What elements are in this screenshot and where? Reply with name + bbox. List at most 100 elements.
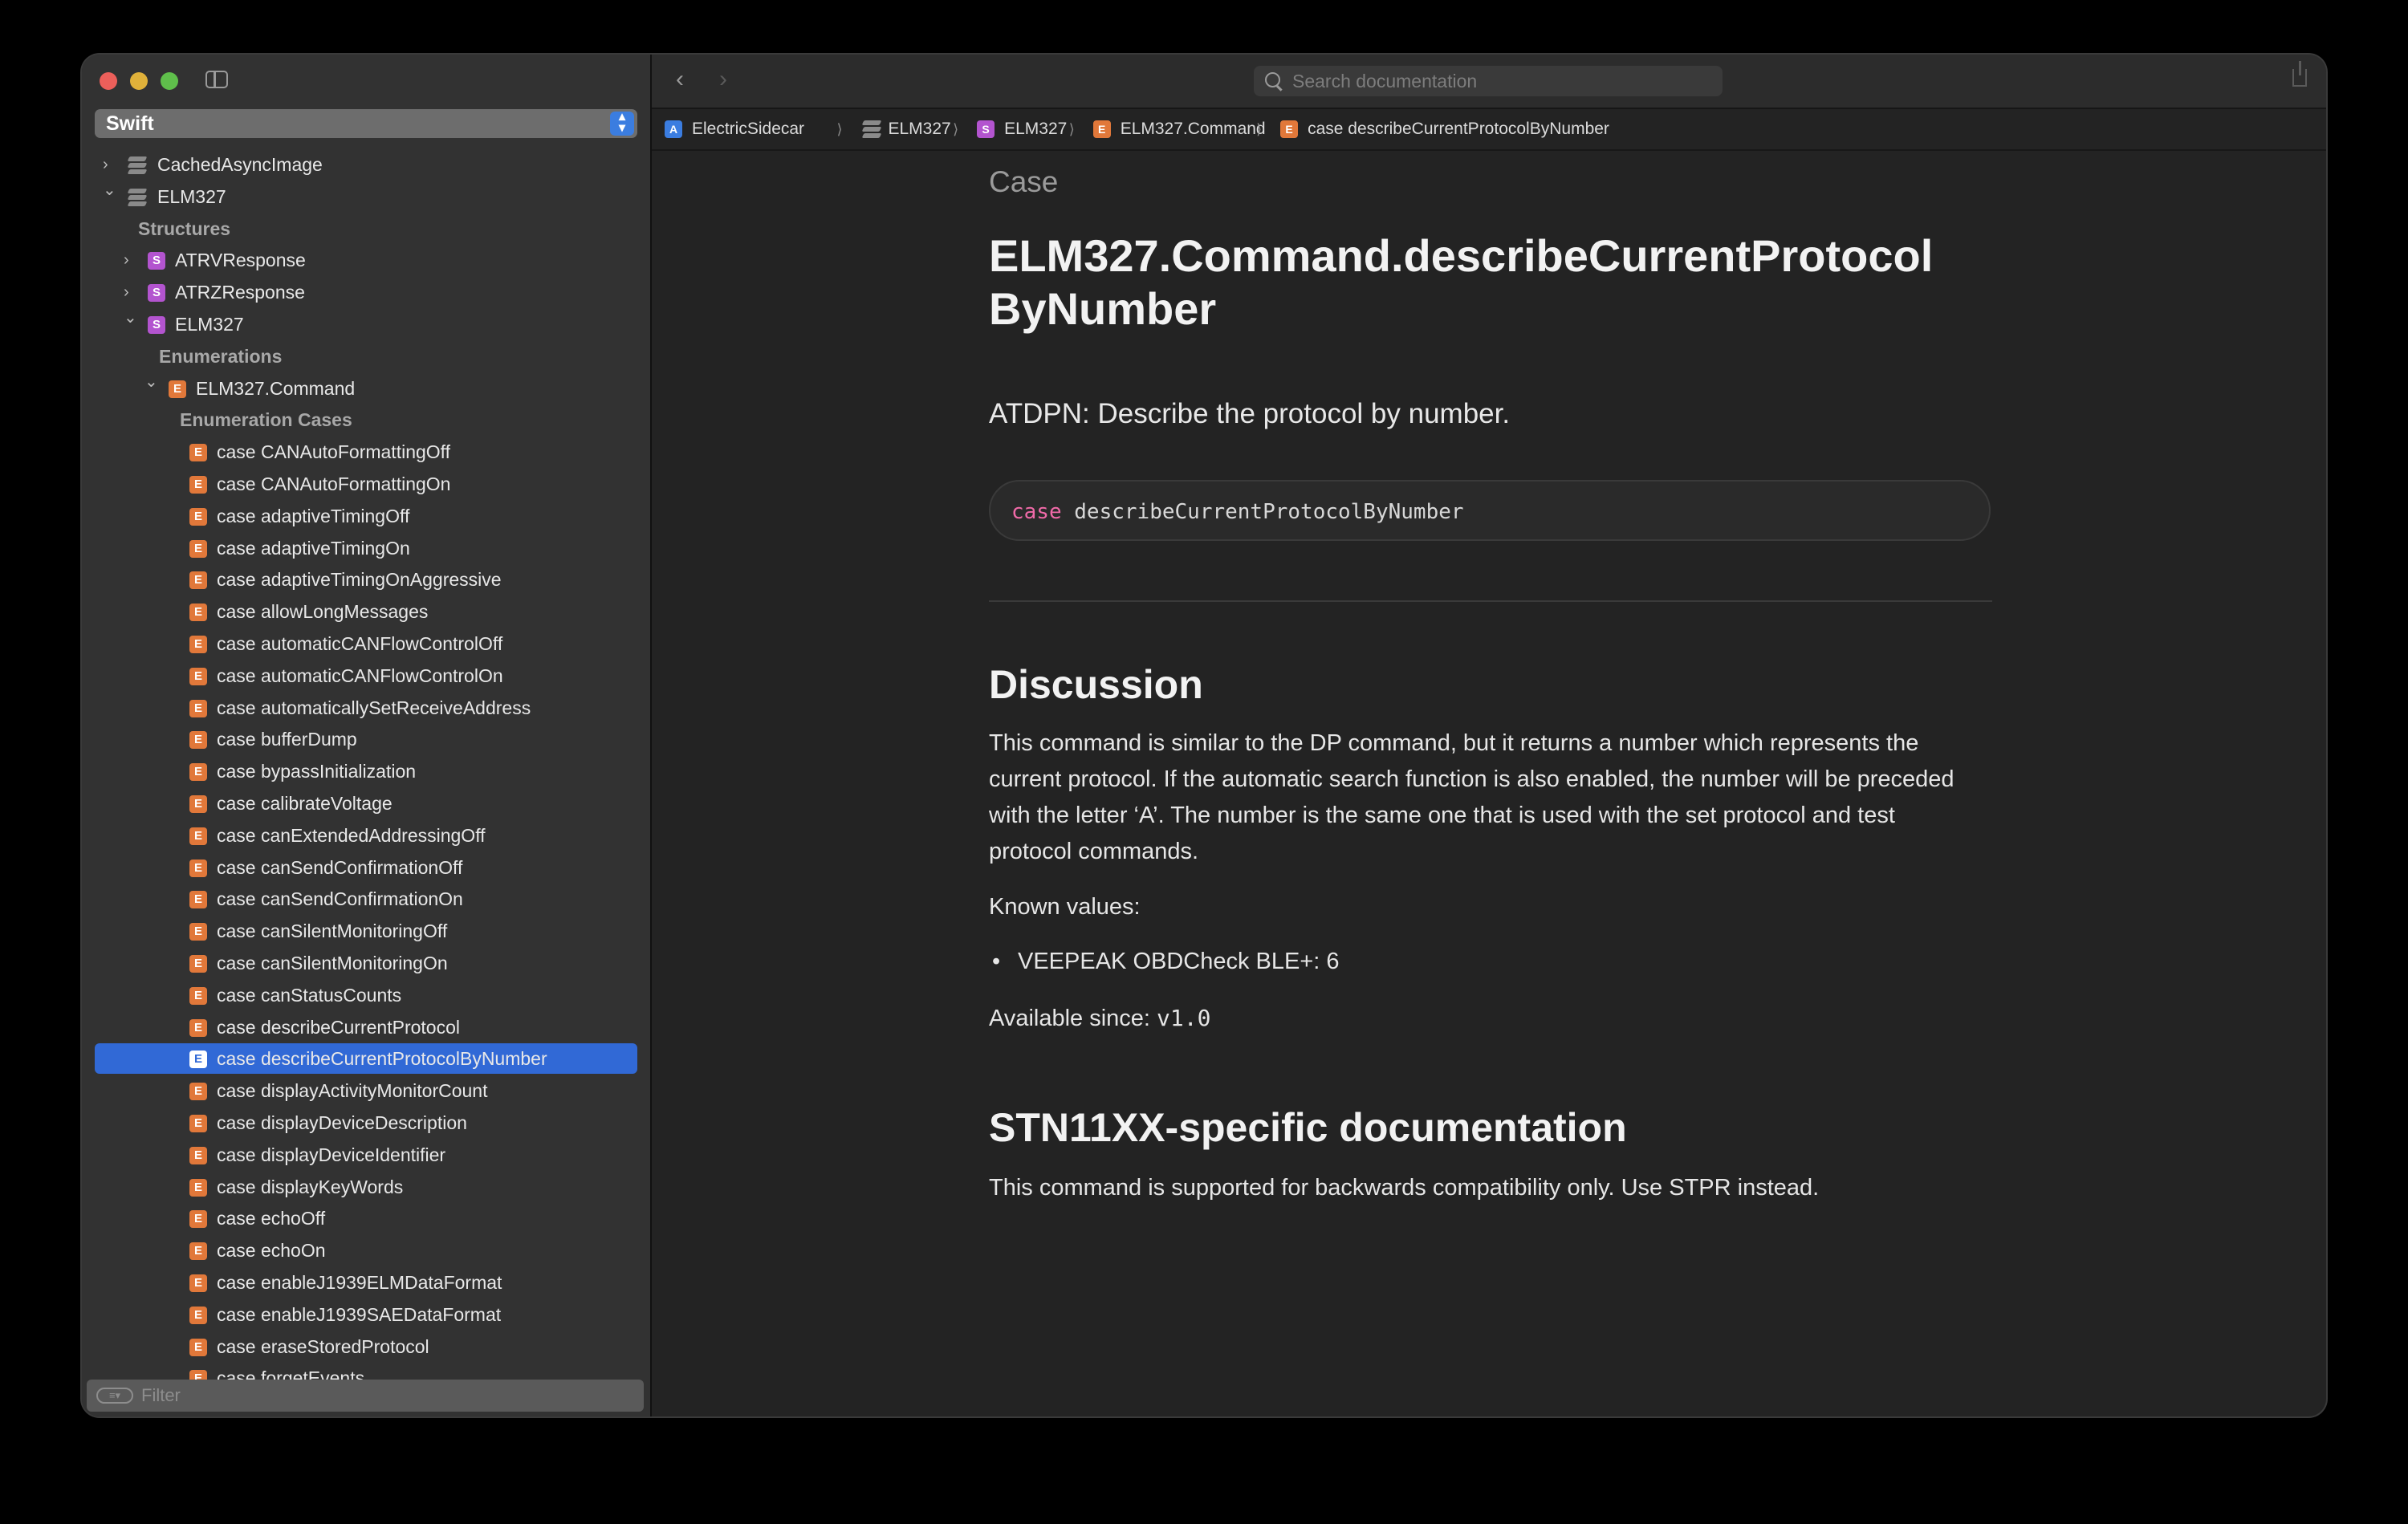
navigator-item[interactable]: Ecase calibrateVoltage bbox=[95, 788, 637, 819]
search-input[interactable]: Search documentation bbox=[1254, 66, 1723, 96]
navigator-item[interactable]: Ecase displayDeviceDescription bbox=[95, 1107, 637, 1138]
enumeration-icon: E bbox=[189, 1338, 207, 1356]
zoom-window-button[interactable] bbox=[161, 72, 178, 90]
breadcrumb-separator-icon: ⟩ bbox=[1256, 121, 1263, 137]
navigator-item[interactable]: Ecase canSilentMonitoringOff bbox=[95, 916, 637, 946]
navigator-item[interactable]: Ecase displayKeyWords bbox=[95, 1172, 637, 1202]
stn-text: This command is supported for backwards … bbox=[989, 1175, 1820, 1201]
navigator-item[interactable]: ⌄ E ELM327.Command bbox=[95, 373, 637, 404]
breadcrumb-item[interactable]: Ecase describeCurrentProtocolByNumber bbox=[1280, 109, 1609, 149]
navigator-item-label: Enumeration Cases bbox=[180, 409, 352, 431]
discussion-text: This command is similar to the DP comman… bbox=[989, 725, 2000, 870]
structure-icon: S bbox=[148, 316, 165, 334]
navigator-item[interactable]: Ecase describeCurrentProtocol bbox=[95, 1012, 637, 1042]
module-icon bbox=[127, 188, 148, 206]
navigator-item[interactable]: ⌄ S ELM327 bbox=[95, 309, 637, 339]
navigator-item[interactable]: Ecase adaptiveTimingOnAggressive bbox=[95, 564, 637, 595]
navigator-item-label: case canSilentMonitoringOff bbox=[217, 920, 448, 942]
filter-icon: ≡▾ bbox=[96, 1388, 133, 1404]
navigator-item-label: case echoOn bbox=[217, 1240, 326, 1262]
enumeration-icon: E bbox=[189, 795, 207, 813]
known-values-label: Known values: bbox=[989, 894, 1141, 920]
navigator-item[interactable]: Ecase canSendConfirmationOn bbox=[95, 884, 637, 914]
navigator-item[interactable]: › CachedAsyncImage bbox=[95, 149, 637, 180]
navigator-tree: › CachedAsyncImage ⌄ ELM327 Structures › S ATRV… bbox=[82, 149, 650, 1416]
navigator-item[interactable]: Ecase displayDeviceIdentifier bbox=[95, 1140, 637, 1170]
navigator-item-label: ATRZResponse bbox=[175, 282, 305, 303]
breadcrumb-item[interactable]: A ElectricSidecar bbox=[665, 109, 804, 149]
navigator-item-label: case canSilentMonitoringOn bbox=[217, 953, 448, 973]
navigator-item[interactable]: Ecase enableJ1939ELMDataFormat bbox=[95, 1267, 637, 1298]
navigator-item[interactable]: Ecase CANAutoFormattingOff bbox=[95, 437, 637, 467]
forward-arrow-icon[interactable]: › bbox=[719, 66, 727, 93]
navigator-item-label: case displayActivityMonitorCount bbox=[217, 1080, 488, 1102]
navigator-item[interactable]: Ecase bufferDump bbox=[95, 724, 637, 754]
navigator-item-label: CachedAsyncImage bbox=[157, 154, 323, 175]
navigator-item[interactable]: › S ATRZResponse bbox=[95, 277, 637, 307]
discussion-heading: Discussion bbox=[989, 662, 1203, 707]
search-icon bbox=[1265, 72, 1280, 87]
navigator-item[interactable]: Ecase adaptiveTimingOff bbox=[95, 501, 637, 531]
navigator-item[interactable]: Ecase bypassInitialization bbox=[95, 756, 637, 786]
share-icon[interactable] bbox=[2292, 61, 2307, 87]
navigator-item[interactable]: Ecase echoOn bbox=[95, 1235, 637, 1266]
breadcrumb-item[interactable]: ELM327 bbox=[861, 109, 951, 149]
stn-heading: STN11XX-specific documentation bbox=[989, 1105, 1627, 1150]
enumeration-icon: E bbox=[189, 955, 207, 973]
chevron-right-icon[interactable]: › bbox=[124, 245, 129, 275]
navigator-item[interactable]: Ecase automaticallySetReceiveAddress bbox=[95, 693, 637, 723]
navigator-item-label: ATRVResponse bbox=[175, 250, 306, 271]
navigator-item[interactable]: › S ATRVResponse bbox=[95, 245, 637, 275]
chevron-down-icon[interactable]: ⌄ bbox=[144, 367, 158, 397]
navigator-item[interactable]: Ecase describeCurrentProtocolByNumber bbox=[95, 1043, 637, 1075]
breadcrumb-item[interactable]: E ELM327.Command bbox=[1092, 109, 1266, 149]
declaration-keyword: case bbox=[1011, 500, 1062, 524]
close-window-button[interactable] bbox=[100, 72, 117, 90]
chevron-down-icon[interactable]: ⌄ bbox=[124, 303, 137, 333]
navigator-item-label: Enumerations bbox=[159, 345, 283, 367]
page-title: ELM327.Command.describeCurrentProtocol B… bbox=[989, 230, 1992, 335]
navigator-item-label: case calibrateVoltage bbox=[217, 793, 393, 814]
language-select[interactable]: Swift ▴ ▾ bbox=[95, 109, 637, 138]
navigator-item[interactable]: Ecase echoOff bbox=[95, 1203, 637, 1233]
navigator-item-label: case describeCurrentProtocolByNumber bbox=[217, 1048, 547, 1070]
chevron-down-icon[interactable]: ⌄ bbox=[103, 175, 116, 205]
navigator-item[interactable]: Ecase canExtendedAddressingOff bbox=[95, 820, 637, 851]
navigator-item[interactable]: ⌄ ELM327 bbox=[95, 181, 637, 212]
known-value-item: VEEPEAK OBDCheck BLE+: 6 bbox=[992, 949, 1340, 975]
breadcrumb-separator-icon: ⟩ bbox=[836, 121, 843, 137]
navigator-item[interactable]: Ecase automaticCANFlowControlOff bbox=[95, 628, 637, 659]
navigator-item-label: ELM327.Command bbox=[196, 377, 356, 399]
back-arrow-icon[interactable]: ‹ bbox=[676, 66, 684, 93]
navigator-item[interactable]: Ecase eraseStoredProtocol bbox=[95, 1331, 637, 1362]
navigator-item-label: case eraseStoredProtocol bbox=[217, 1335, 429, 1357]
navigator-item[interactable]: Ecase CANAutoFormattingOn bbox=[95, 469, 637, 499]
enumeration-icon: E bbox=[189, 1083, 207, 1101]
discussion-line: protocol commands. bbox=[989, 839, 1199, 864]
minimize-window-button[interactable] bbox=[130, 72, 148, 90]
enumeration-icon: E bbox=[189, 827, 207, 845]
navigator-item-label: case automaticallySetReceiveAddress bbox=[217, 697, 531, 718]
navigator-item[interactable]: Ecase canSilentMonitoringOn bbox=[95, 948, 637, 978]
breadcrumb-item[interactable]: S ELM327 bbox=[977, 109, 1067, 149]
enumeration-icon: E bbox=[189, 986, 207, 1005]
enumeration-icon: E bbox=[189, 444, 207, 462]
sidebar-toggle-icon[interactable] bbox=[205, 71, 228, 88]
navigator-item[interactable]: Ecase allowLongMessages bbox=[95, 596, 637, 627]
navigator-item-label: case automaticCANFlowControlOff bbox=[217, 633, 503, 654]
breadcrumb-label: ElectricSidecar bbox=[692, 120, 805, 138]
filter-field[interactable]: ≡▾ Filter bbox=[87, 1380, 644, 1412]
navigator-item[interactable]: Ecase canSendConfirmationOff bbox=[95, 852, 637, 883]
navigator-item-label: case adaptiveTimingOn bbox=[217, 537, 410, 559]
navigator-item[interactable]: Ecase displayActivityMonitorCount bbox=[95, 1075, 637, 1106]
enumeration-icon: E bbox=[189, 1146, 207, 1164]
navigator-item[interactable]: Ecase automaticCANFlowControlOn bbox=[95, 660, 637, 691]
navigator-item[interactable]: Ecase adaptiveTimingOn bbox=[95, 533, 637, 563]
breadcrumb: A ElectricSidecar ⟩ ELM327 ⟩ S ELM327 ⟩ E ELM327.… bbox=[652, 109, 2326, 151]
structure-icon: S bbox=[148, 284, 165, 303]
navigator-item[interactable]: Ecase enableJ1939SAEDataFormat bbox=[95, 1299, 637, 1330]
documentation-window: Swift ▴ ▾ › CachedAsyncImage ⌄ ELM327 Structu… bbox=[82, 55, 2326, 1416]
navigator-item-label: case CANAutoFormattingOff bbox=[217, 441, 451, 463]
navigator-item[interactable]: Ecase canStatusCounts bbox=[95, 980, 637, 1010]
navigator-item-label: case echoOff bbox=[217, 1208, 326, 1229]
